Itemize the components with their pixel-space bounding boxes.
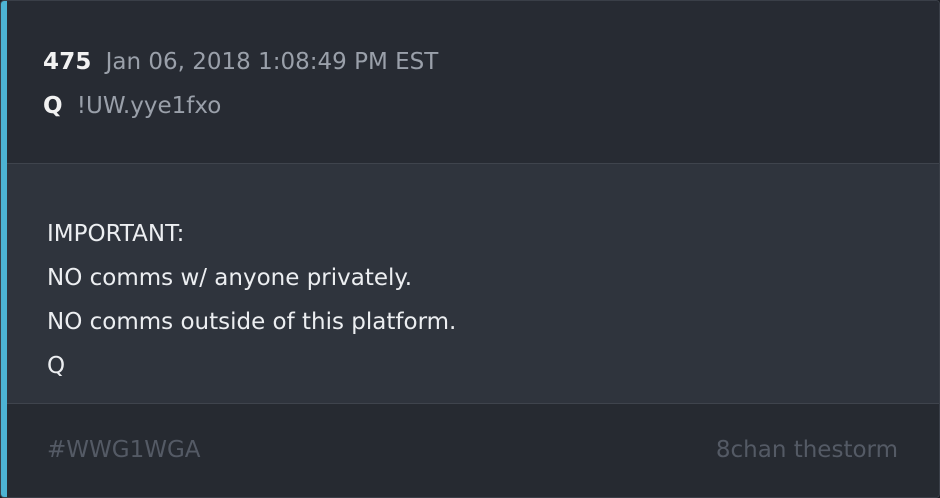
post-timestamp: Jan 06, 2018 1:08:49 PM EST [105,49,439,75]
message-line: NO comms w/ anyone privately. [47,265,413,291]
post-number[interactable]: 475 [43,49,92,75]
author-tripcode: !UW.yye1fxo [76,93,222,119]
post-card: 475 Jan 06, 2018 1:08:49 PM EST Q !UW.yy… [0,0,940,498]
message-line: IMPORTANT: [47,221,185,247]
post-header: 475 Jan 06, 2018 1:08:49 PM EST Q !UW.yy… [7,1,939,164]
post-footer: #WWG1WGA 8chan thestorm [7,404,939,497]
message-line: NO comms outside of this platform. [47,309,457,335]
source-label: 8chan thestorm [715,437,898,463]
hashtag-label: #WWG1WGA [47,437,201,463]
author-name: Q [43,93,63,119]
post-body: IMPORTANT: NO comms w/ anyone privately.… [7,164,939,404]
post-message: IMPORTANT: NO comms w/ anyone privately.… [47,212,456,388]
post-meta-line: 475 Jan 06, 2018 1:08:49 PM EST [43,49,438,79]
post-author-line: Q !UW.yye1fxo [43,93,221,123]
message-line: Q [47,353,66,379]
